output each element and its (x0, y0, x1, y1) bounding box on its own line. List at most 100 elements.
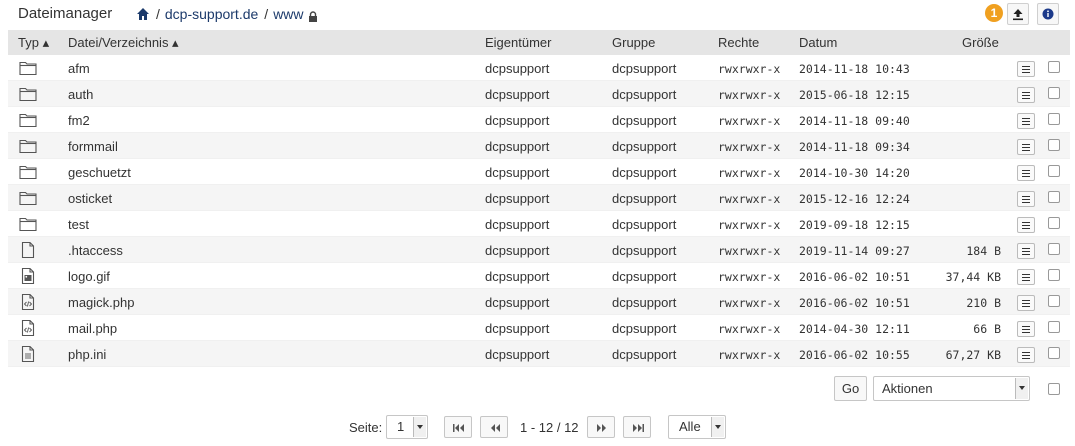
row-checkbox[interactable] (1048, 61, 1060, 73)
file-owner: dcpsupport (485, 269, 550, 284)
breadcrumb-separator: / (156, 6, 160, 22)
file-name[interactable]: afm (68, 61, 90, 76)
file-rights[interactable]: rwxrwxr-x (718, 114, 780, 128)
home-icon[interactable] (136, 7, 150, 21)
file-rights[interactable]: rwxrwxr-x (718, 218, 780, 232)
file-date: 2019-11-14 09:27 (799, 244, 910, 258)
table-row[interactable]: test dcpsupport dcpsupport rwxrwxr-x 2019-09… (8, 211, 1070, 237)
file-name[interactable]: php.ini (68, 347, 106, 362)
row-checkbox[interactable] (1048, 321, 1060, 333)
file-rights[interactable]: rwxrwxr-x (718, 296, 780, 310)
page-select[interactable]: 1 (386, 415, 428, 439)
file-rights[interactable]: rwxrwxr-x (718, 62, 780, 76)
text-file-icon (18, 344, 38, 364)
file-name[interactable]: fm2 (68, 113, 90, 128)
col-group[interactable]: Gruppe (612, 35, 655, 50)
actions-select[interactable]: Aktionen (873, 376, 1030, 401)
table-header: Typ ▴ Datei/Verzeichnis ▴ Eigentümer Gru… (8, 30, 1070, 55)
file-group: dcpsupport (612, 269, 677, 284)
select-all-checkbox[interactable] (1048, 383, 1060, 395)
row-menu-button[interactable] (1017, 87, 1035, 103)
row-menu-button[interactable] (1017, 191, 1035, 207)
row-menu-button[interactable] (1017, 113, 1035, 129)
upload-button[interactable] (1007, 3, 1029, 25)
file-name[interactable]: geschuetzt (68, 165, 131, 180)
table-row[interactable]: mail.php dcpsupport dcpsupport rwxrwxr-x 201… (8, 315, 1070, 341)
table-row[interactable]: php.ini dcpsupport dcpsupport rwxrwxr-x 2016… (8, 341, 1070, 367)
code-file-icon (18, 292, 38, 312)
file-rights[interactable]: rwxrwxr-x (718, 140, 780, 154)
file-name[interactable]: osticket (68, 191, 112, 206)
first-page-button[interactable] (444, 416, 472, 438)
row-menu-button[interactable] (1017, 321, 1035, 337)
file-name[interactable]: mail.php (68, 321, 117, 336)
table-row[interactable]: magick.php dcpsupport dcpsupport rwxrwxr-x 2… (8, 289, 1070, 315)
file-name[interactable]: test (68, 217, 89, 232)
file-rights[interactable]: rwxrwxr-x (718, 270, 780, 284)
table-row[interactable]: osticket dcpsupport dcpsupport rwxrwxr-x 201… (8, 185, 1070, 211)
breadcrumb-domain[interactable]: dcp-support.de (165, 6, 258, 22)
file-group: dcpsupport (612, 191, 677, 206)
row-menu-button[interactable] (1017, 165, 1035, 181)
row-checkbox[interactable] (1048, 295, 1060, 307)
row-checkbox[interactable] (1048, 139, 1060, 151)
row-checkbox[interactable] (1048, 113, 1060, 125)
page-range: 1 - 12 / 12 (520, 420, 579, 435)
row-checkbox[interactable] (1048, 347, 1060, 359)
col-type[interactable]: Typ ▴ (18, 35, 49, 51)
row-menu-button[interactable] (1017, 347, 1035, 363)
row-menu-button[interactable] (1017, 269, 1035, 285)
file-rights[interactable]: rwxrwxr-x (718, 322, 780, 336)
row-menu-button[interactable] (1017, 61, 1035, 77)
row-checkbox[interactable] (1048, 217, 1060, 229)
file-name[interactable]: formmail (68, 139, 118, 154)
col-owner[interactable]: Eigentümer (485, 35, 551, 50)
file-rights[interactable]: rwxrwxr-x (718, 348, 780, 362)
col-date[interactable]: Datum (799, 35, 837, 50)
file-owner: dcpsupport (485, 139, 550, 154)
file-owner: dcpsupport (485, 113, 550, 128)
file-list: afm dcpsupport dcpsupport rwxrwxr-x 2014-11-… (8, 55, 1070, 367)
table-row[interactable]: formmail dcpsupport dcpsupport rwxrwxr-x 201… (8, 133, 1070, 159)
file-name[interactable]: .htaccess (68, 243, 123, 258)
row-checkbox[interactable] (1048, 243, 1060, 255)
table-row[interactable]: geschuetzt dcpsupport dcpsupport rwxrwxr-x 2… (8, 159, 1070, 185)
last-page-button[interactable] (623, 416, 651, 438)
row-menu-button[interactable] (1017, 217, 1035, 233)
file-rights[interactable]: rwxrwxr-x (718, 244, 780, 258)
next-page-button[interactable] (587, 416, 615, 438)
table-row[interactable]: .htaccess dcpsupport dcpsupport rwxrwxr-x 20… (8, 237, 1070, 263)
actions-select-value: Aktionen (882, 381, 933, 396)
file-name[interactable]: logo.gif (68, 269, 110, 284)
prev-page-button[interactable] (480, 416, 508, 438)
row-checkbox[interactable] (1048, 191, 1060, 203)
table-row[interactable]: logo.gif dcpsupport dcpsupport rwxrwxr-x 201… (8, 263, 1070, 289)
file-size: 37,44 KB (945, 270, 1001, 284)
breadcrumb-www[interactable]: www (273, 6, 303, 22)
file-rights[interactable]: rwxrwxr-x (718, 166, 780, 180)
per-page-select[interactable]: Alle (668, 415, 726, 439)
file-owner: dcpsupport (485, 243, 550, 258)
row-menu-button[interactable] (1017, 295, 1035, 311)
row-menu-button[interactable] (1017, 243, 1035, 259)
chevron-down-icon (1015, 378, 1028, 399)
go-button[interactable]: Go (834, 376, 867, 401)
col-size[interactable]: Größe (962, 35, 999, 50)
file-name[interactable]: magick.php (68, 295, 134, 310)
file-name[interactable]: auth (68, 87, 93, 102)
info-button[interactable] (1037, 3, 1059, 25)
row-checkbox[interactable] (1048, 87, 1060, 99)
file-rights[interactable]: rwxrwxr-x (718, 88, 780, 102)
row-checkbox[interactable] (1048, 165, 1060, 177)
table-row[interactable]: fm2 dcpsupport dcpsupport rwxrwxr-x 2014-11-… (8, 107, 1070, 133)
row-checkbox[interactable] (1048, 269, 1060, 281)
col-rights[interactable]: Rechte (718, 35, 759, 50)
col-name[interactable]: Datei/Verzeichnis ▴ (68, 35, 179, 51)
table-row[interactable]: afm dcpsupport dcpsupport rwxrwxr-x 2014-11-… (8, 55, 1070, 81)
table-row[interactable]: auth dcpsupport dcpsupport rwxrwxr-x 2015-06… (8, 81, 1070, 107)
file-rights[interactable]: rwxrwxr-x (718, 192, 780, 206)
file-date: 2014-11-18 09:34 (799, 140, 910, 154)
row-menu-button[interactable] (1017, 139, 1035, 155)
file-size: 67,27 KB (945, 348, 1001, 362)
file-date: 2014-10-30 14:20 (799, 166, 910, 180)
